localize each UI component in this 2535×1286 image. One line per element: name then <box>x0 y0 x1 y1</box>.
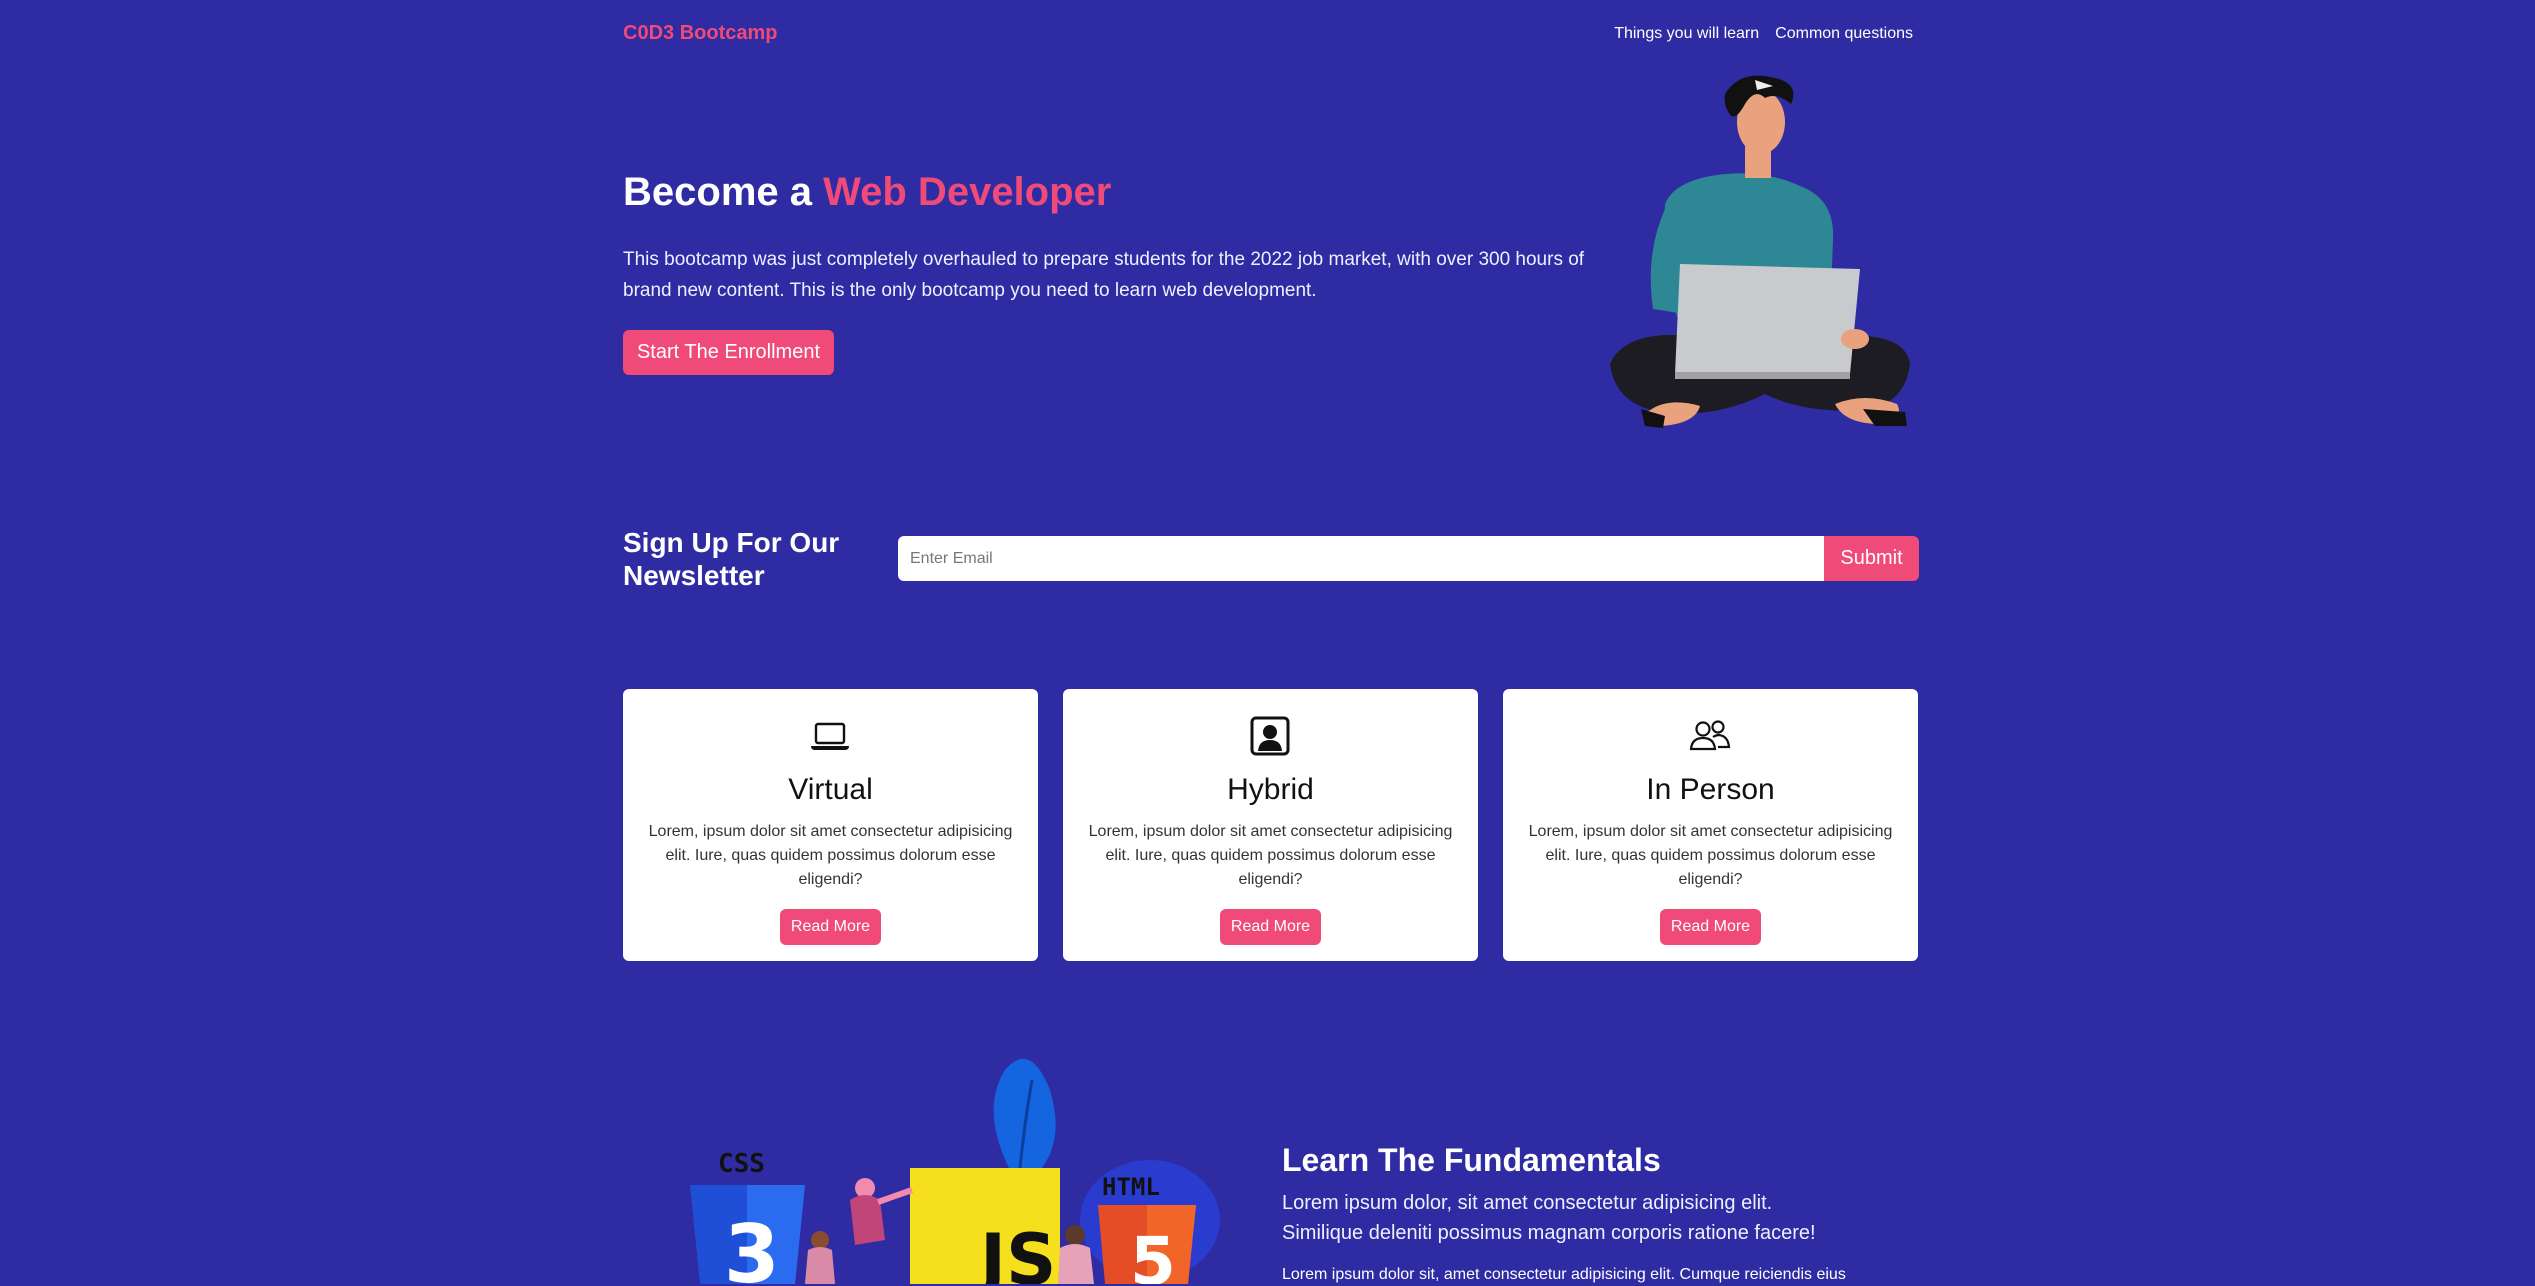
css-label: CSS <box>718 1149 765 1179</box>
start-enrollment-button[interactable]: Start The Enrollment <box>623 330 834 375</box>
read-more-button[interactable]: Read More <box>1220 909 1321 945</box>
hero-title-prefix: Become a <box>623 170 824 214</box>
main-nav: Things you will learn Common questions <box>1614 25 1913 43</box>
fundamentals-text: Lorem ipsum dolor sit, amet consectetur … <box>1282 1266 1846 1283</box>
laptop-icon <box>811 722 849 750</box>
nav-link-learn[interactable]: Things you will learn <box>1614 25 1759 43</box>
nav-link-questions[interactable]: Common questions <box>1775 25 1913 43</box>
svg-text:JS: JS <box>976 1219 1056 1284</box>
svg-text:5: 5 <box>1130 1223 1176 1284</box>
fundamentals-lead: Lorem ipsum dolor, sit amet consectetur … <box>1282 1192 1816 1244</box>
card-text: Lorem, ipsum dolor sit amet consectetur … <box>1528 823 1893 888</box>
hero-title: Become a Web Developer <box>623 170 1111 215</box>
svg-text:3: 3 <box>724 1208 780 1284</box>
submit-button[interactable]: Submit <box>1824 536 1919 581</box>
read-more-button[interactable]: Read More <box>1660 909 1761 945</box>
card-title: Hybrid <box>1227 773 1314 806</box>
brand-logo[interactable]: C0D3 Bootcamp <box>623 22 777 45</box>
card-hybrid: Hybrid Lorem, ipsum dolor sit amet conse… <box>1063 689 1478 961</box>
developer-illustration <box>1610 75 1910 428</box>
email-input[interactable] <box>898 536 1824 581</box>
fundamentals-title: Learn The Fundamentals <box>1282 1142 1661 1178</box>
newsletter-title: Sign Up For Our Newsletter <box>623 527 840 591</box>
card-virtual: Virtual Lorem, ipsum dolor sit amet cons… <box>623 689 1038 961</box>
person-badge-icon <box>1250 716 1290 756</box>
card-in-person: In Person Lorem, ipsum dolor sit amet co… <box>1503 689 1918 961</box>
html-label: HTML <box>1102 1173 1160 1201</box>
web-technologies-illustration: CSS 3 JS HTML 5 <box>690 1058 1220 1284</box>
card-text: Lorem, ipsum dolor sit amet consectetur … <box>648 823 1013 888</box>
hero-title-accent: Web Developer <box>823 170 1112 214</box>
card-title: In Person <box>1646 773 1775 806</box>
hero-description: This bootcamp was just completely overha… <box>623 249 1585 301</box>
card-title: Virtual <box>788 773 873 806</box>
read-more-button[interactable]: Read More <box>780 909 881 945</box>
card-text: Lorem, ipsum dolor sit amet consectetur … <box>1088 823 1453 888</box>
people-icon <box>1689 720 1731 751</box>
